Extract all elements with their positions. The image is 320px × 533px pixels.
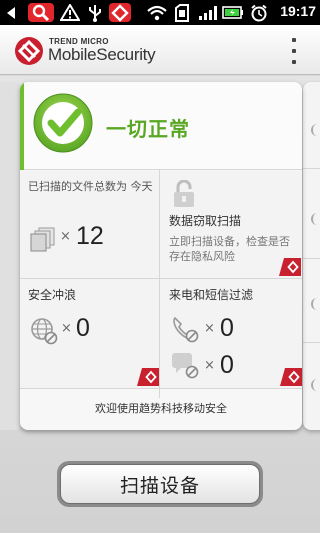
scan-button-frame: 扫描设备 [57, 461, 263, 507]
overflow-menu-icon[interactable] [290, 38, 298, 64]
files-scanned-count: 12 [76, 222, 104, 250]
multiply-sign: × [204, 358, 215, 373]
check-circle-icon [33, 93, 93, 153]
files-scanned-tile[interactable]: 已扫描的文件总数为 今天 × 12 [20, 171, 159, 278]
clock-time: 19:17 [280, 3, 316, 19]
privacy-scan-title: 数据窃取扫描 [169, 214, 242, 228]
multiply-sign: × [204, 321, 215, 336]
wifi-icon [146, 3, 168, 22]
trend-micro-logo-icon [15, 37, 43, 65]
blocked-calls-count: 0 [220, 314, 234, 342]
alarm-icon [249, 3, 269, 22]
brand-name: MobileSecurity [48, 45, 156, 64]
warning-icon [59, 3, 81, 22]
message-blocked-icon [172, 353, 199, 379]
dashboard-card: 一切正常 已扫描的文件总数为 今天 × 12 数据窃取扫描 立即扫描设备，检查是… [20, 82, 302, 430]
privacy-scan-tile[interactable]: 数据窃取扫描 立即扫描设备，检查是否存在隐私风险 [160, 171, 302, 278]
status-text: 一切正常 [106, 117, 190, 141]
call-sms-filter-tile[interactable]: 来电和短信过滤 × 0 × 0 [160, 279, 302, 388]
files-icon [30, 227, 55, 252]
next-card-indicator [311, 124, 320, 136]
status-bar: 19:17 [0, 0, 320, 25]
signal-icon [197, 3, 219, 22]
trend-micro-notification-icon [108, 3, 132, 22]
sd-card-icon [174, 3, 190, 22]
usb-icon [86, 3, 104, 22]
next-card-indicator [311, 298, 320, 310]
trend-micro-badge-icon [280, 368, 302, 386]
grid-divider [20, 388, 302, 389]
status-accent-bar [20, 82, 24, 170]
blocked-sms-count: 0 [220, 351, 234, 379]
phone-blocked-icon [173, 316, 199, 343]
lock-icon [174, 180, 194, 207]
next-card-indicator [311, 213, 320, 225]
app-header: TREND MICRO MobileSecurity [0, 25, 320, 75]
globe-blocked-icon [31, 318, 58, 345]
status-panel[interactable]: 一切正常 [20, 82, 302, 170]
safe-surfing-tile[interactable]: 安全冲浪 × 0 [20, 279, 159, 388]
privacy-scan-description: 立即扫描设备，检查是否存在隐私风险 [169, 235, 290, 263]
trend-micro-badge-icon [279, 258, 301, 276]
files-scanned-label: 已扫描的文件总数为 今天 [28, 180, 153, 193]
trend-micro-badge-icon [137, 368, 159, 386]
scan-device-button[interactable]: 扫描设备 [60, 464, 260, 504]
search-icon [27, 3, 55, 22]
multiply-sign: × [60, 229, 71, 244]
previous-card[interactable] [0, 82, 22, 430]
call-sms-filter-title: 来电和短信过滤 [169, 288, 254, 302]
multiply-sign: × [61, 321, 72, 336]
safe-surfing-title: 安全冲浪 [28, 288, 77, 302]
back-icon [4, 3, 18, 22]
welcome-message: 欢迎使用趋势科技移动安全 [95, 402, 227, 415]
next-card-indicator [311, 379, 320, 391]
safe-surfing-count: 0 [76, 314, 90, 342]
battery-icon [221, 3, 245, 22]
